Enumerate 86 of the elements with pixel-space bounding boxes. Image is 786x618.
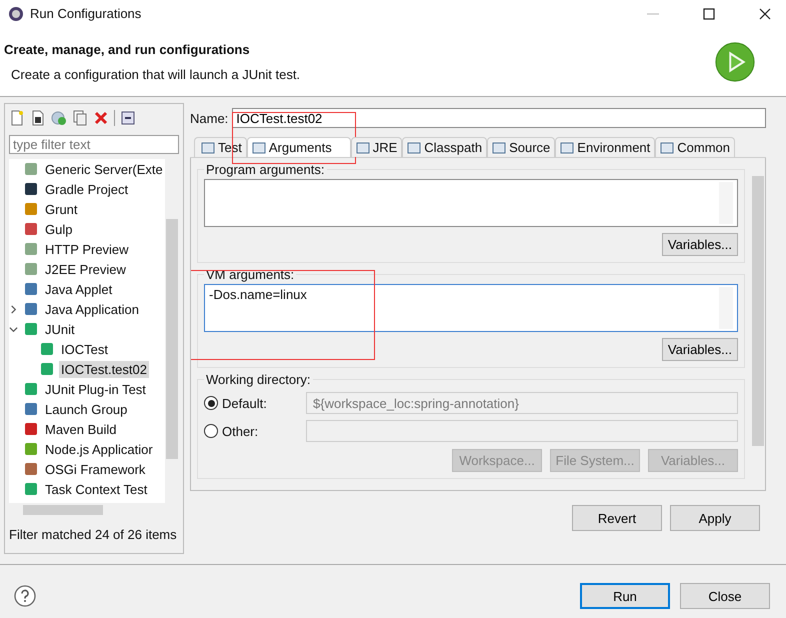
- text-area[interactable]: [204, 179, 738, 228]
- launch-type-icon: [23, 401, 39, 418]
- launch-type-icon: [23, 281, 39, 298]
- tree-item[interactable]: IOCTest: [59, 340, 110, 358]
- tree-item[interactable]: Gradle Project: [43, 180, 130, 198]
- tab-icon: [407, 140, 422, 155]
- tab-icon: [201, 140, 215, 155]
- action-button[interactable]: Apply: [670, 505, 760, 532]
- launch-type-icon: [23, 421, 39, 438]
- tab[interactable]: Arguments: [246, 137, 351, 158]
- tab[interactable]: Classpath: [402, 137, 488, 158]
- tab-icon: [252, 140, 266, 155]
- tab-icon: [356, 140, 370, 155]
- tree-item[interactable]: Task Context Test: [43, 480, 150, 498]
- variables-button[interactable]: Variables...: [662, 338, 738, 362]
- close-icon[interactable]: [758, 6, 772, 21]
- tree-item[interactable]: HTTP Preview: [43, 240, 131, 258]
- variables-button[interactable]: Variables...: [662, 233, 738, 256]
- tab[interactable]: Environment: [555, 137, 656, 158]
- dialog-button[interactable]: Run: [580, 583, 670, 610]
- group-label: Working directory:: [205, 372, 312, 388]
- directory-field: ${workspace_loc:spring-annotation}: [306, 392, 738, 414]
- radio-label: Default:: [221, 396, 268, 411]
- tree-item[interactable]: Java Application: [43, 300, 141, 318]
- launch-type-icon: [23, 201, 39, 218]
- launch-type-icon: [23, 221, 39, 238]
- help-icon[interactable]: [14, 585, 36, 608]
- launch-type-icon: [39, 341, 55, 358]
- tree-item[interactable]: Launch Group: [43, 400, 130, 418]
- header-title: Create, manage, and run configurations: [4, 42, 251, 57]
- launch-type-icon: [23, 381, 39, 398]
- launch-type-icon: [39, 361, 55, 378]
- tree-item[interactable]: Maven Build: [43, 420, 119, 438]
- launch-type-icon: [23, 161, 39, 178]
- collapse-all-icon[interactable]: [120, 110, 136, 126]
- tab[interactable]: JRE: [350, 137, 402, 158]
- launch-type-icon: [23, 441, 39, 458]
- tree-item[interactable]: OSGi Framework: [43, 460, 148, 478]
- name-field[interactable]: IOCTest.test02: [232, 108, 766, 128]
- prototype-icon[interactable]: [30, 110, 46, 126]
- tree-item[interactable]: J2EE Preview: [43, 260, 128, 278]
- tree-item[interactable]: IOCTest.test02: [59, 360, 149, 378]
- launch-type-icon: [23, 321, 39, 338]
- new-file-icon[interactable]: [9, 110, 25, 126]
- tab-icon: [660, 140, 674, 155]
- filter-status: Filter matched 24 of 26 items: [8, 526, 178, 542]
- scrollbar[interactable]: [719, 182, 733, 224]
- header-message: Create a configuration that will launch a JUnit test.: [10, 66, 302, 82]
- dialog-button[interactable]: Close: [680, 583, 770, 610]
- tab-icon: [492, 140, 506, 155]
- radio-button[interactable]: [204, 424, 218, 438]
- launch-type-icon: [23, 181, 39, 198]
- window-title: Run Configurations: [30, 6, 142, 22]
- duplicate-icon[interactable]: [72, 110, 88, 126]
- launch-type-icon: [23, 481, 39, 498]
- group-label: Program arguments:: [205, 162, 326, 178]
- tree-item[interactable]: Java Applet: [43, 280, 114, 298]
- tree-item[interactable]: Gulp: [43, 220, 74, 238]
- app-icon: [8, 6, 24, 22]
- tree-item[interactable]: Generic Server(Exte: [43, 160, 165, 178]
- action-button[interactable]: Revert: [572, 505, 662, 532]
- tab-icon: [560, 140, 574, 155]
- tab[interactable]: Source: [487, 137, 556, 158]
- radio-label: Other:: [221, 424, 260, 439]
- launch-type-icon: [23, 301, 39, 318]
- tree-item[interactable]: JUnit Plug-in Test: [43, 380, 148, 398]
- launch-type-icon: [23, 461, 39, 478]
- tab[interactable]: Common: [655, 137, 736, 158]
- launch-type-icon: [23, 261, 39, 278]
- delete-icon[interactable]: [93, 110, 109, 126]
- radio-button[interactable]: [204, 396, 218, 410]
- expander-icon[interactable]: [9, 304, 18, 314]
- scrollbar[interactable]: [751, 158, 765, 490]
- launch-type-icon: [23, 241, 39, 258]
- expander-icon[interactable]: [9, 324, 18, 334]
- text-value: -Dos.name=linux: [209, 287, 308, 304]
- scrollbar[interactable]: [719, 287, 733, 330]
- name-label: Name:: [190, 110, 228, 126]
- filter-field[interactable]: type filter text: [9, 135, 179, 154]
- tree-item[interactable]: Node.js Applicatior: [43, 440, 155, 458]
- text-area[interactable]: -Dos.name=linux: [204, 284, 738, 332]
- maximize-icon[interactable]: [702, 6, 716, 21]
- tree-item[interactable]: JUnit: [43, 320, 77, 338]
- export-icon[interactable]: [51, 110, 67, 126]
- tree-item[interactable]: Grunt: [43, 200, 80, 218]
- play-icon: [714, 40, 756, 83]
